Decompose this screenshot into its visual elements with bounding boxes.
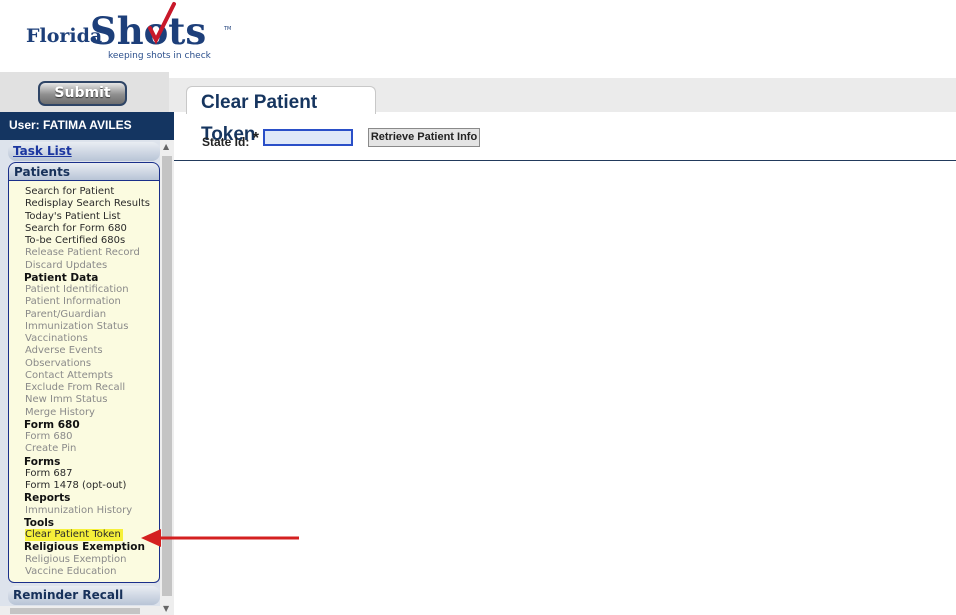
menu-section-heading: Form 680 <box>24 418 80 431</box>
submit-button[interactable]: Submit <box>38 81 127 106</box>
menu-item[interactable]: Parent/Guardian <box>25 309 159 321</box>
tab-clear-patient-token[interactable]: Clear Patient Token <box>186 86 376 145</box>
menu-item[interactable]: Vaccine Education <box>25 566 159 578</box>
menu-item[interactable]: Contact Attempts <box>25 370 159 382</box>
menu-section-heading: Religious Exemption <box>24 541 145 554</box>
menu-section-heading: Patient Data <box>24 271 99 284</box>
patients-menu: Search for Patient Redisplay Search Resul… <box>8 181 160 583</box>
menu-item[interactable]: Merge History <box>25 407 159 419</box>
menu-item[interactable]: Immunization Status <box>25 321 159 333</box>
menu-item[interactable]: Discard Updates <box>25 260 159 272</box>
menu-item-highlighted[interactable]: Clear Patient Token <box>25 529 123 542</box>
menu-item[interactable]: Redisplay Search Results <box>25 198 159 210</box>
florida-shots-logo: Florida Shots keeping shots in check TM <box>24 0 254 62</box>
menu-item[interactable]: Vaccinations <box>25 333 159 345</box>
menu-section-heading: Forms <box>24 455 61 468</box>
svg-text:Shots: Shots <box>90 9 206 53</box>
menu-item[interactable]: Form 687 <box>25 468 159 480</box>
menu-section-heading: Reports <box>24 492 71 505</box>
state-id-label: State Id: * <box>202 130 259 149</box>
menu-item[interactable]: Form 1478 (opt-out) <box>25 480 159 492</box>
menu-item[interactable]: Immunization History <box>25 505 159 517</box>
scroll-down-icon[interactable]: ▼ <box>163 604 169 613</box>
menu-item[interactable]: Search for Form 680 <box>25 223 159 235</box>
menu-item[interactable]: Exclude From Recall <box>25 382 159 394</box>
menu-item[interactable]: Patient Identification <box>25 284 159 296</box>
sidebar-reminder-recall[interactable]: Reminder Recall <box>8 586 160 605</box>
scroll-up-icon[interactable]: ▲ <box>163 142 169 151</box>
menu-item[interactable]: Today's Patient List <box>25 211 159 223</box>
user-name: User: FATIMA AVILES <box>0 112 174 140</box>
state-id-form: State Id: * Retrieve Patient Info <box>172 113 956 161</box>
menu-item[interactable]: New Imm Status <box>25 394 159 406</box>
sidebar-horizontal-scrollbar[interactable] <box>0 606 160 615</box>
required-marker: * <box>252 130 259 147</box>
menu-item[interactable]: Search for Patient <box>25 186 159 198</box>
scroll-thumb-horizontal[interactable] <box>10 608 140 614</box>
page: Florida Shots keeping shots in check TM … <box>0 0 956 615</box>
menu-item[interactable]: Clear Patient Token <box>25 529 159 542</box>
menu-item[interactable]: Create Pin <box>25 443 159 455</box>
menu-item[interactable]: Adverse Events <box>25 345 159 357</box>
menu-item[interactable]: Religious Exemption <box>25 554 159 566</box>
sidebar-task-list[interactable]: Task List <box>8 142 160 161</box>
red-arrow-annotation <box>141 529 299 547</box>
svg-text:TM: TM <box>223 26 231 32</box>
sidebar-patients[interactable]: Patients <box>8 162 160 181</box>
state-id-input[interactable] <box>263 129 353 146</box>
menu-section-heading: Tools <box>24 516 55 529</box>
menu-item[interactable]: To-be Certified 680s <box>25 235 159 247</box>
menu-item[interactable]: Form 680 <box>25 431 159 443</box>
menu-item[interactable]: Observations <box>25 358 159 370</box>
svg-text:keeping shots in check: keeping shots in check <box>108 51 212 61</box>
retrieve-patient-info-button[interactable]: Retrieve Patient Info <box>368 128 480 147</box>
menu-item[interactable]: Patient Information <box>25 296 159 308</box>
menu-item[interactable]: Release Patient Record <box>25 247 159 259</box>
